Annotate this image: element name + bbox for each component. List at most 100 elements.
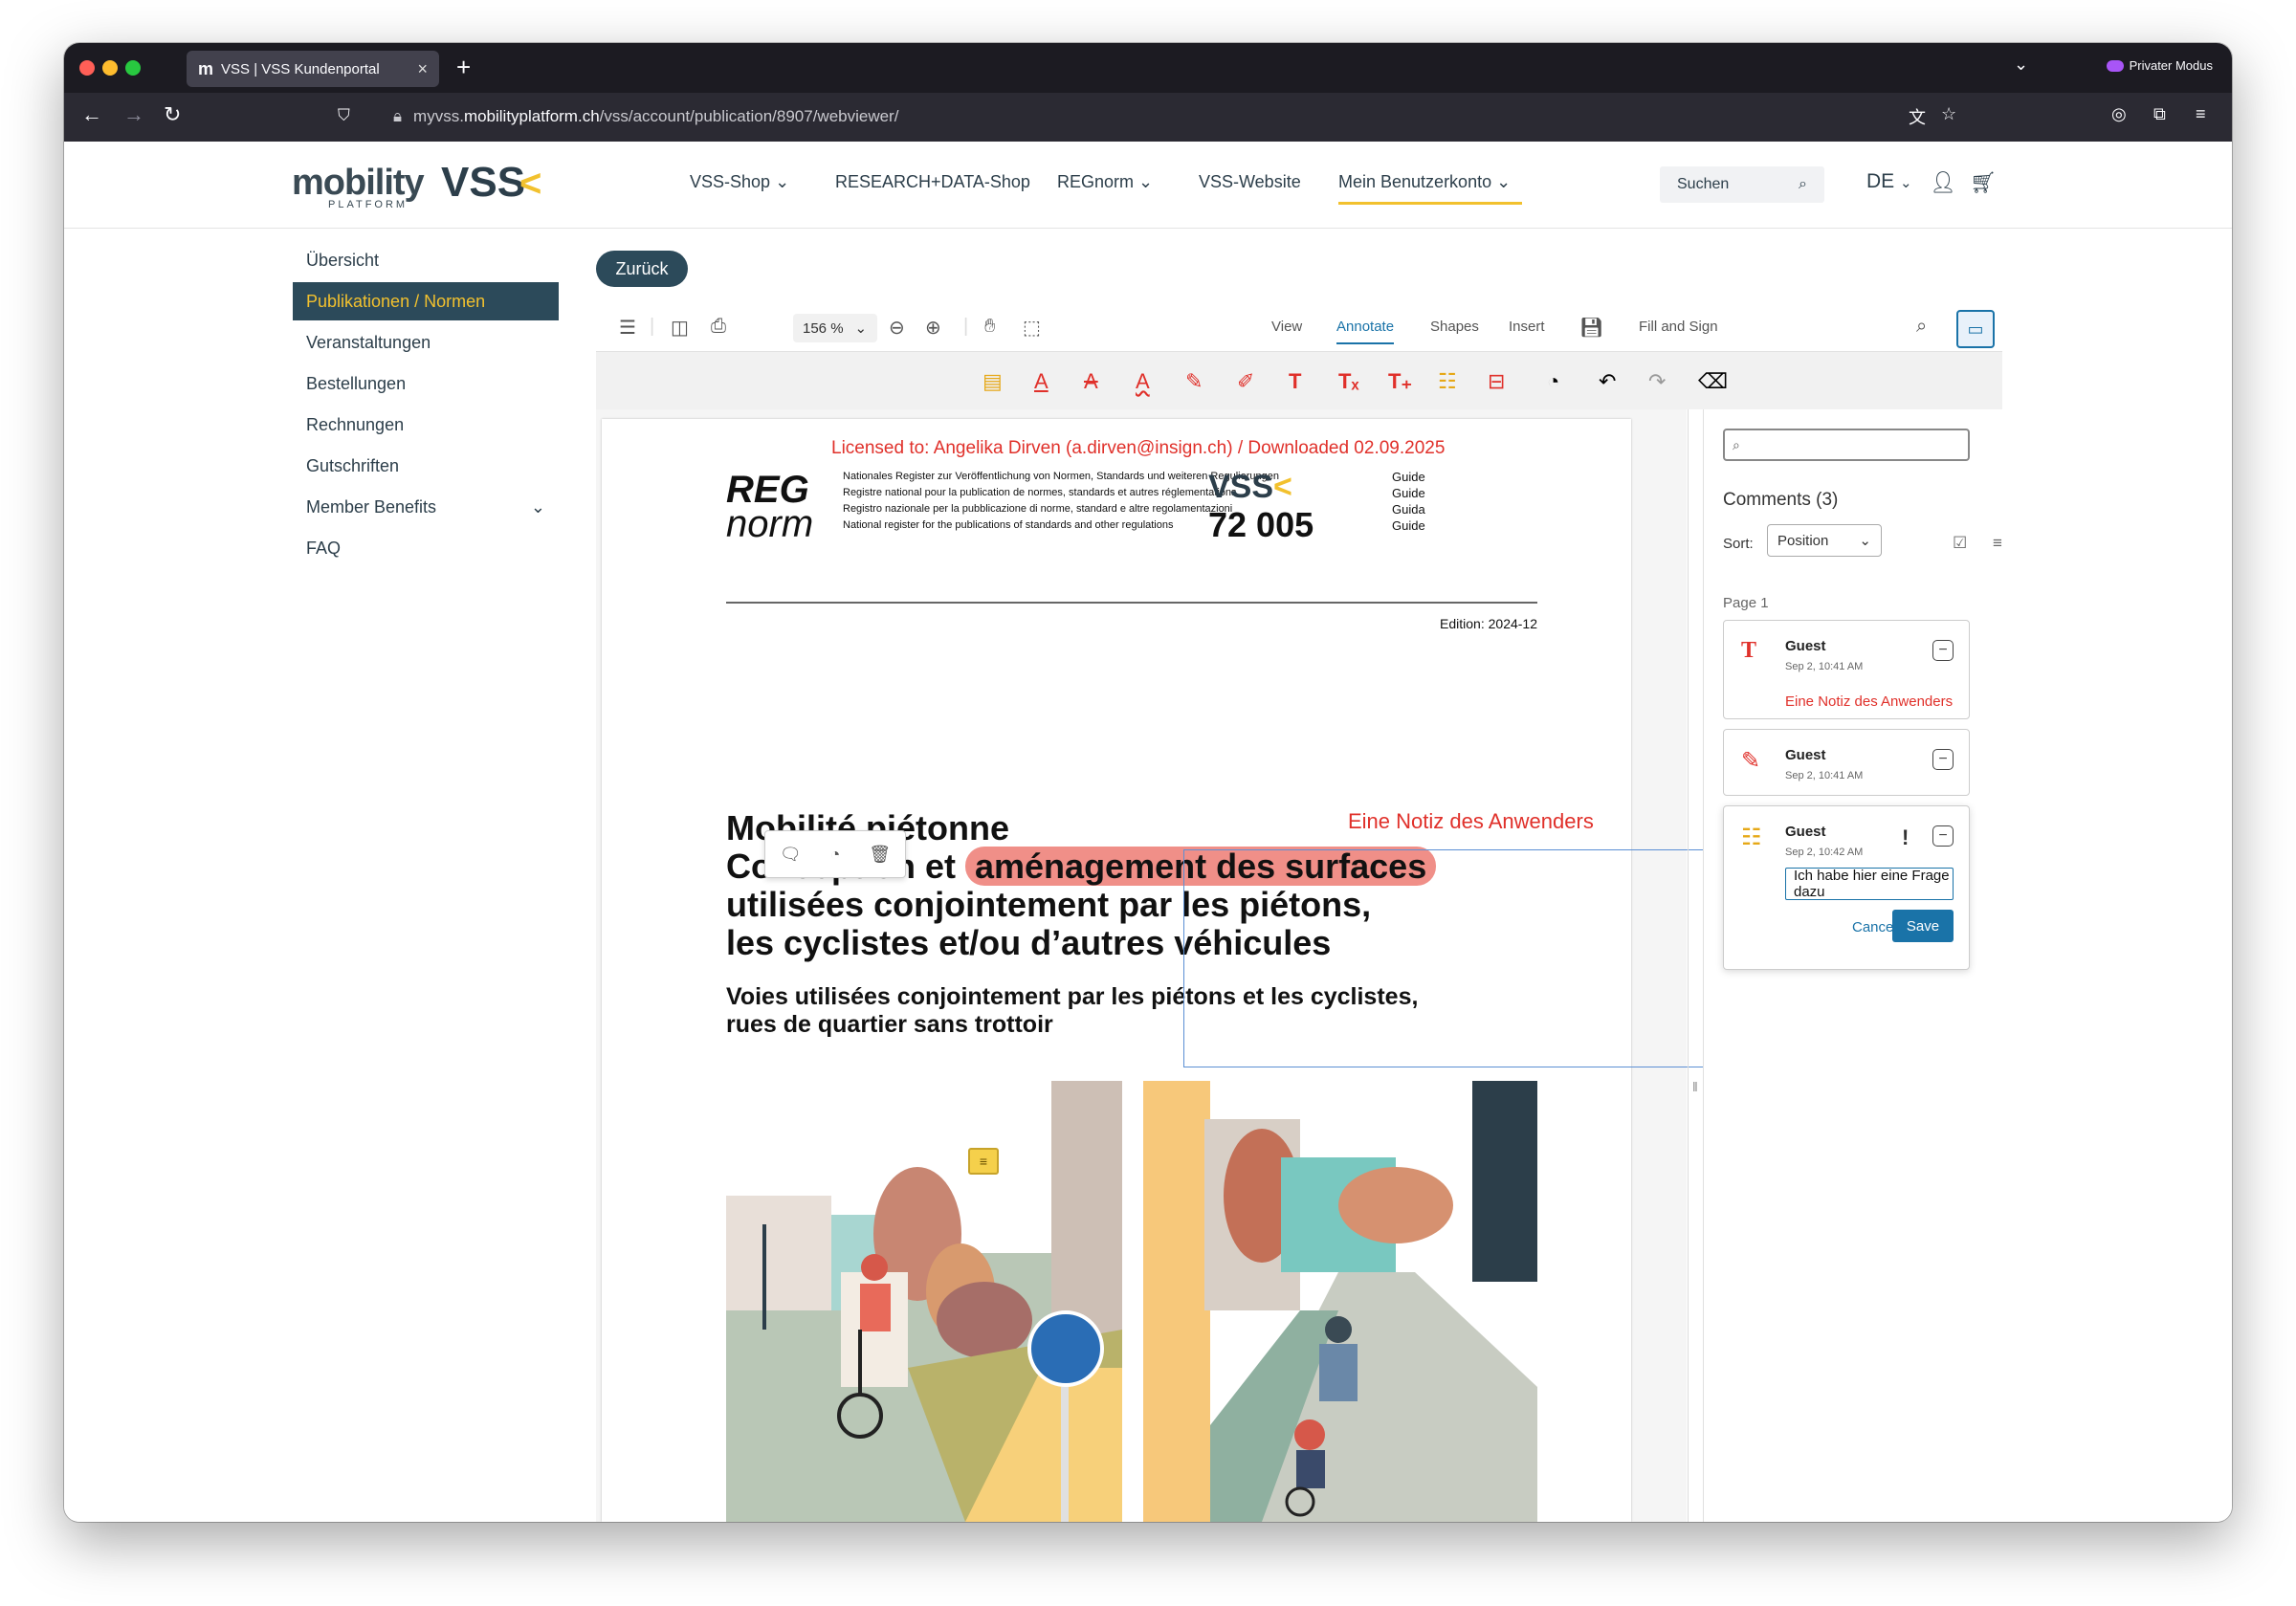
sidebar-item-bestellungen[interactable]: Bestellungen (293, 364, 559, 403)
tab-fill-and-sign[interactable]: Fill and Sign (1639, 319, 1718, 335)
strikeout-tool-icon[interactable]: A (1084, 369, 1098, 394)
new-tab-button[interactable]: + (456, 53, 471, 82)
sidebar-item-uebersicht[interactable]: Übersicht (293, 241, 559, 279)
selection-box[interactable] (1183, 849, 1710, 1067)
palette-icon[interactable]: ◔ (1547, 369, 1559, 394)
sidebar-item-publikationen[interactable]: Publikationen / Normen (293, 282, 559, 320)
address-bar[interactable]: 🔒︎ myvss.mobilityplatform.ch/vss/account… (380, 99, 2054, 135)
callout-tool-icon[interactable]: Tₓ (1338, 369, 1359, 394)
language-selector[interactable]: DE ⌄ (1866, 170, 1912, 193)
save-button[interactable]: Save (1892, 910, 1954, 942)
panel-toggle-icon[interactable]: ◫ (671, 316, 689, 340)
collapse-icon[interactable]: − (1932, 825, 1954, 847)
maximize-window-button[interactable] (125, 60, 141, 76)
priority-icon[interactable]: ! (1902, 825, 1909, 850)
search-icon[interactable]: ⌕ (1799, 176, 1807, 193)
regnorm-logo-bottom: norm (726, 503, 814, 545)
free-text-annotation[interactable]: Eine Notiz des Anwenders (1348, 809, 1594, 834)
browser-tab[interactable]: m VSS | VSS Kundenportal × (187, 51, 439, 87)
free-text-tool-icon[interactable]: T (1289, 369, 1301, 394)
eraser-icon[interactable]: ⌫ (1698, 369, 1728, 394)
sticky-note-tool-icon[interactable]: ☷ (1438, 369, 1457, 394)
mark-all-read-icon[interactable]: ☑ (1953, 534, 1967, 553)
mobility-logo[interactable]: mobility (292, 163, 425, 204)
sidebar-item-rechnungen[interactable]: Rechnungen (293, 406, 559, 444)
cart-icon[interactable]: 🛒︎ (1970, 170, 1997, 195)
extensions-icon[interactable]: ⧉ (2153, 104, 2166, 124)
redo-icon[interactable]: ↷ (1648, 369, 1666, 394)
url-text: myvss.mobilityplatform.ch/vss/account/pu… (413, 107, 899, 125)
chevron-down-icon: ⌄ (1496, 172, 1512, 191)
browser-toolbar: ← → ↻ ⛉ 🔒︎ myvss.mobilityplatform.ch/vss… (64, 93, 2232, 142)
nav-mein-benutzerkonto[interactable]: Mein Benutzerkonto ⌄ (1338, 172, 1522, 205)
forward-arrow-icon[interactable]: → (123, 102, 144, 127)
comment-author: Guest (1785, 747, 1826, 763)
selection-icon[interactable]: ⬚ (1023, 316, 1041, 340)
sidebar-item-faq[interactable]: FAQ (293, 529, 559, 567)
account-sidebar: Übersicht Publikationen / Normen Veranst… (293, 241, 559, 570)
back-button[interactable]: Zurück (596, 251, 688, 287)
undo-icon[interactable]: ↶ (1599, 369, 1616, 394)
collapse-icon[interactable]: − (1932, 749, 1954, 770)
collapse-icon[interactable]: − (1932, 640, 1954, 661)
comment-icon[interactable]: 🗨︎ (780, 845, 802, 865)
back-arrow-icon[interactable]: ← (81, 102, 102, 127)
sidebar-item-veranstaltungen[interactable]: Veranstaltungen (293, 323, 559, 362)
zoom-in-icon[interactable]: ⊕ (925, 316, 941, 340)
comment-card-active[interactable]: ☷ Guest Sep 2, 10:42 AM ! − Ich habe hie… (1723, 805, 1970, 970)
tab-insert[interactable]: Insert (1509, 319, 1545, 335)
splitter-grip-icon[interactable]: ‖ (1692, 1079, 1698, 1094)
vss-logo[interactable]: VSS (441, 159, 525, 207)
comment-card[interactable]: T Guest Sep 2, 10:41 AM − Eine Notiz des… (1723, 620, 1970, 719)
style-palette-icon[interactable]: ◔ (830, 845, 841, 865)
squiggly-tool-icon[interactable]: A (1136, 369, 1150, 394)
site-search-input[interactable]: Suchen ⌕ (1660, 166, 1824, 203)
zoom-dropdown[interactable]: 156 % ⌄ (793, 314, 877, 342)
save-icon[interactable]: 💾︎ (1579, 316, 1603, 340)
stamp-tool-icon[interactable]: ⊟ (1488, 369, 1505, 394)
tab-annotate[interactable]: Annotate (1336, 319, 1395, 344)
highlight-tool-icon[interactable]: ▤ (982, 369, 1003, 394)
sticky-note-annotation-icon[interactable]: ≡ (968, 1148, 999, 1175)
nav-vss-shop[interactable]: VSS-Shop ⌄ (690, 172, 789, 192)
user-icon[interactable]: 👤︎ (1930, 170, 1956, 195)
comment-reply-input[interactable]: Ich habe hier eine Frage dazu (1785, 868, 1954, 900)
zoom-out-icon[interactable]: ⊖ (889, 316, 905, 340)
tab-list-chevron-icon[interactable]: ⌄ (2014, 55, 2028, 75)
close-tab-icon[interactable]: × (417, 59, 428, 79)
delete-icon[interactable]: 🗑︎ (869, 845, 891, 865)
pan-hand-icon[interactable]: ✋︎ (984, 316, 995, 338)
translate-icon[interactable]: 文 (1909, 104, 1926, 129)
shield-icon[interactable]: ⛉ (338, 106, 350, 125)
comments-panel-toggle-icon[interactable]: ▭ (1956, 310, 1995, 348)
private-mask-icon (2106, 59, 2124, 72)
page-settings-icon[interactable]: ⎙ (711, 316, 726, 338)
menu-icon[interactable]: ≡ (2196, 104, 2206, 124)
chevron-down-icon: ⌄ (1138, 172, 1154, 191)
text-replace-tool-icon[interactable]: T₊ (1388, 369, 1412, 394)
sidebar-item-member-benefits[interactable]: Member Benefits ⌄ (293, 488, 559, 526)
minimize-window-button[interactable] (102, 60, 118, 76)
comment-card[interactable]: ✎ Guest Sep 2, 10:41 AM − (1723, 729, 1970, 796)
comments-search-input[interactable]: ⌕ (1723, 429, 1970, 461)
panel-splitter[interactable]: ‖ (1688, 409, 1703, 1522)
freehand-tool-icon[interactable]: ✎ (1185, 369, 1203, 394)
search-icon[interactable]: ⌕ (1916, 316, 1927, 338)
filter-icon[interactable]: ≡ (1993, 534, 2002, 553)
menu-icon[interactable]: ☰ (619, 316, 636, 340)
search-icon: ⌕ (1733, 436, 1740, 452)
sort-dropdown[interactable]: Position ⌄ (1767, 524, 1882, 557)
nav-research-data-shop[interactable]: RESEARCH+DATA-Shop (835, 172, 1030, 192)
tab-view[interactable]: View (1271, 319, 1302, 335)
bookmark-star-icon[interactable]: ☆ (1941, 104, 1956, 124)
freehand-highlight-tool-icon[interactable]: ✐ (1237, 369, 1254, 394)
nav-regnorm[interactable]: REGnorm ⌄ (1057, 172, 1153, 192)
account-icon[interactable]: ◎ (2111, 104, 2127, 124)
nav-vss-website[interactable]: VSS-Website (1199, 172, 1301, 192)
cancel-button[interactable]: Cancel (1852, 919, 1897, 935)
sidebar-item-gutschriften[interactable]: Gutschriften (293, 447, 559, 485)
tab-shapes[interactable]: Shapes (1430, 319, 1479, 335)
close-window-button[interactable] (79, 60, 95, 76)
reload-icon[interactable]: ↻ (164, 102, 181, 127)
underline-tool-icon[interactable]: A (1034, 369, 1049, 394)
